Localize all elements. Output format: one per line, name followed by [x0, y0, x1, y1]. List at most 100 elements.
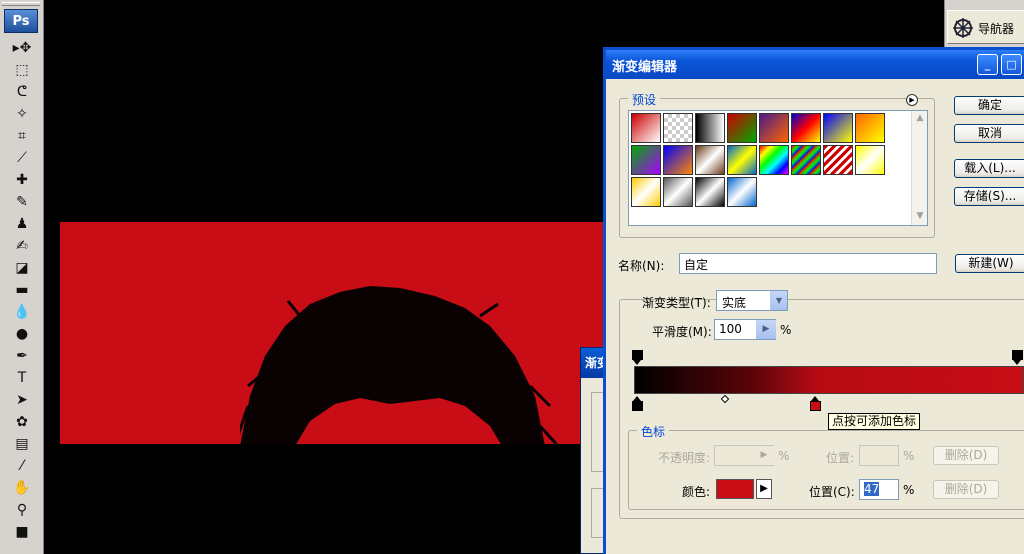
name-input[interactable]: 自定 — [679, 253, 937, 274]
preset-swatch[interactable] — [695, 177, 725, 207]
brush-tool-icon[interactable]: ✎ — [8, 192, 36, 212]
navigator-panel: 导航器 — [944, 0, 1024, 48]
delete-opacity-stop-button[interactable]: 删除(D) — [933, 446, 999, 465]
preset-swatch[interactable] — [855, 145, 885, 175]
eyedropper-tool-icon[interactable]: ⁄ — [8, 456, 36, 476]
preset-swatch[interactable] — [663, 177, 693, 207]
smoothness-stepper-icon[interactable]: ▶ — [756, 320, 776, 339]
name-label: 名称(N): — [618, 259, 665, 273]
add-stop-tooltip: 点按可添加色标 — [828, 413, 921, 430]
photoshop-workspace: Ps ▸✥ ⬚ ᕦ ✧ ⌗ ⟋ ✚ ✎ ♟ ✍ ◪ ▬ 💧 ● ✒ T ➤ ✿ ▤ ⁄ ✋ ⚲ ■ 导航器 渐变 渐变编辑器… — [0, 0, 1024, 554]
presets-label: 预设 — [628, 91, 661, 108]
load-button[interactable]: 载入(L)... — [954, 159, 1024, 178]
history-brush-tool-icon[interactable]: ✍ — [8, 236, 36, 256]
new-button[interactable]: 新建(W) — [955, 254, 1024, 273]
scroll-up-icon[interactable]: ▲ — [914, 113, 926, 125]
preset-swatch[interactable] — [727, 145, 757, 175]
opacity-location-input[interactable] — [859, 445, 899, 466]
preset-swatch[interactable] — [791, 113, 821, 143]
presets-list[interactable]: ▲ ▼ — [628, 110, 928, 226]
opacity-stepper-icon[interactable]: ▶ — [754, 446, 774, 465]
zoom-tool-icon[interactable]: ⚲ — [8, 500, 36, 520]
color-location-value: 47 — [864, 482, 880, 496]
cancel-button[interactable]: 取消 — [954, 124, 1024, 143]
preset-swatch[interactable] — [695, 113, 725, 143]
dialog-titlebar[interactable]: 渐变编辑器 _ □ ✕ — [606, 50, 1024, 79]
delete-color-stop-button[interactable]: 删除(D) — [933, 480, 999, 499]
ps-logo[interactable]: Ps — [4, 9, 38, 33]
ok-button[interactable]: 确定 — [954, 96, 1024, 115]
preset-swatch[interactable] — [631, 113, 661, 143]
path-selection-tool-icon[interactable]: ➤ — [8, 390, 36, 410]
opacity-location-unit: % — [903, 449, 915, 463]
preset-swatch[interactable] — [727, 177, 757, 207]
smoothness-unit: % — [780, 323, 792, 337]
move-tool-icon[interactable]: ▸✥ — [8, 38, 36, 58]
preset-swatch[interactable] — [855, 113, 885, 143]
color-location-unit: % — [903, 483, 915, 497]
preset-swatch[interactable] — [727, 113, 757, 143]
preset-swatch[interactable] — [823, 113, 853, 143]
preset-swatch[interactable] — [631, 145, 661, 175]
color-stop-black[interactable] — [632, 396, 643, 411]
preset-swatch[interactable] — [695, 145, 725, 175]
gradient-type-value: 实底 — [722, 296, 747, 310]
smoothness-value: 100 — [719, 322, 742, 336]
opacity-stop-left[interactable] — [632, 350, 643, 365]
navigator-tab[interactable]: 导航器 — [947, 10, 1024, 44]
document-canvas[interactable] — [60, 222, 605, 444]
hand-tool-icon[interactable]: ✋ — [8, 478, 36, 498]
blur-tool-icon[interactable]: 💧 — [8, 302, 36, 322]
dialog-title: 渐变编辑器 — [612, 60, 678, 75]
preset-swatch[interactable] — [663, 145, 693, 175]
crop-tool-icon[interactable]: ⌗ — [8, 126, 36, 146]
color-swatches-icon[interactable]: ■ — [8, 522, 36, 542]
preset-swatch[interactable] — [791, 145, 821, 175]
toolbox-grip[interactable] — [2, 2, 40, 6]
gradient-bar[interactable] — [634, 366, 1024, 394]
color-label: 颜色: — [682, 485, 711, 499]
maximize-button[interactable]: □ — [1001, 54, 1022, 75]
gradient-tool-icon[interactable]: ▬ — [8, 280, 36, 300]
presets-menu-icon[interactable]: ▶ — [906, 94, 918, 106]
preset-swatch[interactable] — [663, 113, 693, 143]
preset-swatch[interactable] — [759, 113, 789, 143]
color-location-label: 位置(C): — [809, 485, 855, 499]
dodge-tool-icon[interactable]: ● — [8, 324, 36, 344]
stop-color-swatch[interactable] — [716, 479, 754, 499]
presets-scrollbar[interactable]: ▲ ▼ — [911, 111, 927, 225]
navigator-icon — [953, 18, 973, 38]
slice-tool-icon[interactable]: ⟋ — [8, 148, 36, 168]
clone-stamp-tool-icon[interactable]: ♟ — [8, 214, 36, 234]
chevron-down-icon: ▼ — [770, 291, 787, 310]
color-menu-icon[interactable]: ▶ — [756, 479, 772, 499]
smoothness-label: 平滑度(M): — [652, 325, 712, 339]
type-tool-icon[interactable]: T — [8, 368, 36, 388]
magic-wand-tool-icon[interactable]: ✧ — [8, 104, 36, 124]
preset-swatch[interactable] — [759, 145, 789, 175]
pen-tool-icon[interactable]: ✒ — [8, 346, 36, 366]
opacity-unit: % — [778, 449, 790, 463]
gradient-editor-dialog: 渐变编辑器 _ □ ✕ 预设 ▶ ▲ ▼ 确定 取消 载入(L)... 存储(S… — [603, 47, 1024, 554]
toolbox: Ps ▸✥ ⬚ ᕦ ✧ ⌗ ⟋ ✚ ✎ ♟ ✍ ◪ ▬ 💧 ● ✒ T ➤ ✿ ▤ ⁄ ✋ ⚲ ■ — [0, 0, 44, 554]
notes-tool-icon[interactable]: ▤ — [8, 434, 36, 454]
stops-label: 色标 — [637, 423, 670, 440]
healing-brush-tool-icon[interactable]: ✚ — [8, 170, 36, 190]
opacity-stop-right[interactable] — [1012, 350, 1023, 365]
hair-silhouette — [240, 286, 559, 444]
save-button[interactable]: 存储(S)... — [954, 187, 1024, 206]
preset-swatch[interactable] — [631, 177, 661, 207]
lasso-tool-icon[interactable]: ᕦ — [8, 82, 36, 102]
opacity-label: 不透明度: — [658, 451, 711, 465]
eraser-tool-icon[interactable]: ◪ — [8, 258, 36, 278]
opacity-location-label: 位置: — [826, 451, 855, 465]
color-stop-red[interactable] — [810, 396, 821, 411]
gradient-type-select[interactable]: 实底 ▼ — [716, 290, 788, 311]
minimize-button[interactable]: _ — [977, 54, 998, 75]
navigator-label: 导航器 — [978, 22, 1015, 36]
color-location-input[interactable]: 47 — [859, 479, 899, 500]
custom-shape-tool-icon[interactable]: ✿ — [8, 412, 36, 432]
marquee-tool-icon[interactable]: ⬚ — [8, 60, 36, 80]
preset-swatch[interactable] — [823, 145, 853, 175]
scroll-down-icon[interactable]: ▼ — [914, 211, 926, 223]
